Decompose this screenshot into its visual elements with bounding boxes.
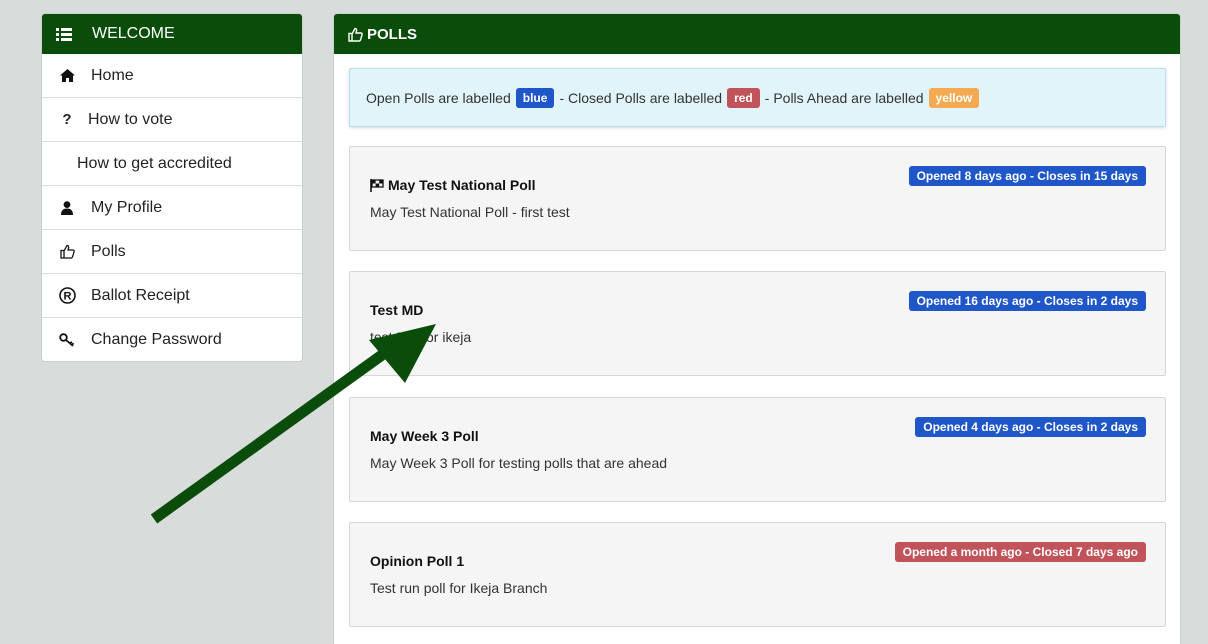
- sidebar-item-how-to-vote[interactable]: ? How to vote: [42, 98, 302, 142]
- sidebar-item-label: Change Password: [91, 330, 222, 348]
- registered-icon: R: [57, 287, 77, 304]
- sidebar-item-label: How to vote: [88, 110, 173, 128]
- legend-ahead-tag: yellow: [928, 87, 980, 108]
- question-icon: ?: [62, 111, 72, 128]
- svg-text:R: R: [63, 291, 71, 303]
- poll-title[interactable]: May Week 3 Poll: [370, 428, 479, 444]
- legend-closed-tag: red: [727, 87, 760, 108]
- list-icon: [56, 27, 74, 41]
- thumbs-up-icon: [348, 27, 363, 42]
- key-icon: [57, 332, 77, 347]
- poll-card[interactable]: Opinion Poll 1 Test run poll for Ikeja B…: [349, 522, 1166, 627]
- user-icon: [57, 200, 77, 215]
- thumbs-up-icon: [57, 244, 77, 259]
- sidebar-item-label: Ballot Receipt: [91, 286, 190, 304]
- poll-status-badge: Opened 16 days ago - Closes in 2 days: [908, 291, 1146, 311]
- sidebar-item-label: Home: [91, 66, 134, 84]
- poll-status-badge: Opened 8 days ago - Closes in 15 days: [908, 166, 1146, 186]
- legend-closed-text: - Closed Polls are labelled: [559, 89, 723, 106]
- sidebar-item-polls[interactable]: Polls: [42, 230, 302, 274]
- polls-panel: POLLS Open Polls are labelled blue - Clo…: [333, 13, 1181, 644]
- poll-title-text: Opinion Poll 1: [370, 553, 465, 569]
- poll-title[interactable]: Opinion Poll 1: [370, 553, 464, 569]
- sidebar-header: WELCOME: [42, 14, 302, 54]
- legend-ahead-text: - Polls Ahead are labelled: [764, 89, 924, 106]
- legend-open-tag: blue: [515, 87, 555, 108]
- panel-title: POLLS: [367, 25, 418, 43]
- legend-alert: Open Polls are labelled blue - Closed Po…: [349, 68, 1166, 127]
- home-icon: [57, 69, 77, 82]
- poll-description: Test run poll for Ikeja Branch: [370, 580, 548, 596]
- poll-title-text: May Week 3 Poll: [370, 428, 479, 444]
- sidebar-item-how-to-get-accredited[interactable]: How to get accredited: [42, 142, 302, 186]
- sidebar-item-my-profile[interactable]: My Profile: [42, 186, 302, 230]
- sidebar-menu: WELCOME Home ? How to vote How to get ac…: [41, 13, 303, 362]
- poll-description: May Week 3 Poll for testing polls that a…: [370, 455, 668, 471]
- panel-header: POLLS: [334, 14, 1180, 54]
- flag-icon: [370, 178, 384, 192]
- poll-title[interactable]: Test MD: [370, 302, 423, 318]
- poll-title-text: Test MD: [370, 302, 424, 318]
- sidebar-header-label: WELCOME: [92, 25, 175, 42]
- legend-open-text: Open Polls are labelled: [366, 89, 511, 106]
- poll-card[interactable]: May Test National Poll May Test National…: [349, 146, 1166, 251]
- poll-title-text: May Test National Poll: [388, 177, 536, 193]
- poll-title[interactable]: May Test National Poll: [370, 177, 536, 193]
- sidebar-item-label: My Profile: [91, 198, 163, 216]
- poll-card[interactable]: Test MD test MD for ikeja Opened 16 days…: [349, 271, 1166, 376]
- poll-card[interactable]: May Week 3 Poll May Week 3 Poll for test…: [349, 397, 1166, 502]
- sidebar-item-home[interactable]: Home: [42, 54, 302, 98]
- sidebar-item-label: Polls: [91, 242, 126, 260]
- poll-status-badge: Opened 4 days ago - Closes in 2 days: [915, 417, 1146, 437]
- poll-description: test MD for ikeja: [370, 329, 472, 345]
- sidebar-item-ballot-receipt[interactable]: R Ballot Receipt: [42, 274, 302, 318]
- poll-description: May Test National Poll - first test: [370, 204, 570, 220]
- sidebar-item-label: How to get accredited: [77, 154, 232, 172]
- poll-status-badge: Opened a month ago - Closed 7 days ago: [894, 542, 1146, 562]
- sidebar-item-change-password[interactable]: Change Password: [42, 318, 302, 361]
